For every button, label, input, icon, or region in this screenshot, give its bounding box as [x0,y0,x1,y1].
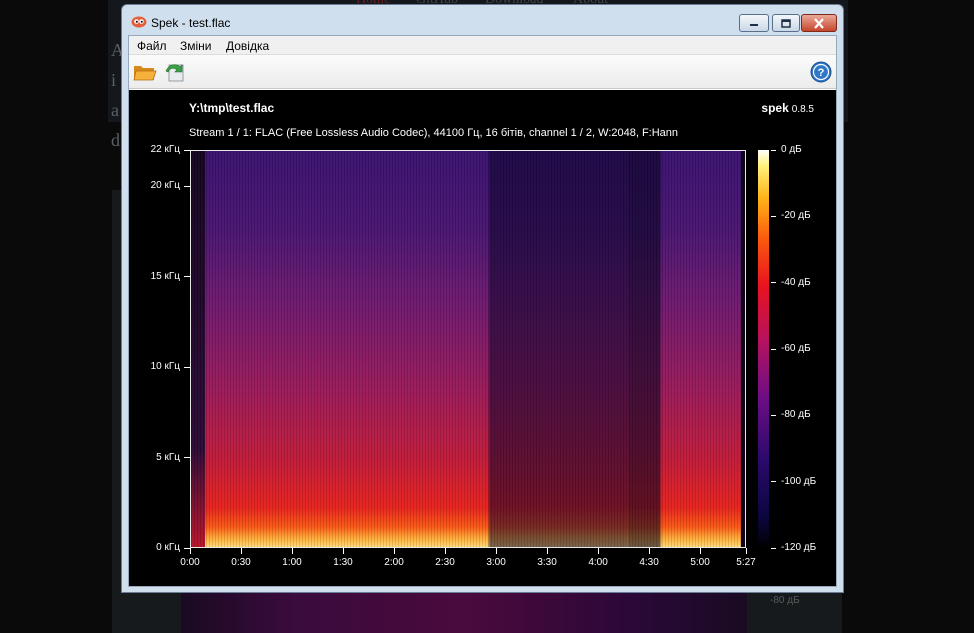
brand-version: 0.8.5 [791,104,814,115]
time-tick-mark [648,548,650,554]
freq-tick-label: 10 кГц [150,361,180,373]
db-tick-mark [771,547,776,549]
freq-tick-label: 22 кГц [150,144,180,155]
freq-tick-mark [184,149,190,151]
background-db-label: -80 дБ [770,595,800,606]
spectrogram-tail [741,151,745,547]
db-tick-mark [771,215,776,217]
folder-open-icon [133,66,157,81]
db-tick-label: -120 дБ [781,542,817,553]
time-tick-label: 0:30 [231,557,251,568]
db-tick-label: -20 дБ [781,210,811,222]
db-tick-mark [771,282,776,284]
time-tick-label: 3:30 [537,557,557,568]
spectrogram-view[interactable]: Y:\tmp\test.flac spek 0.8.5 Stream 1 / 1:… [129,90,836,586]
time-tick-mark [189,548,191,554]
time-tick-label: 1:30 [333,557,353,568]
brand-name: spek [761,101,789,115]
help-icon: ? [810,61,832,83]
save-icon [165,64,184,82]
time-tick-label: 5:27 [736,557,756,568]
stream-info: Stream 1 / 1: FLAC (Free Lossless Audio … [189,127,679,139]
db-tick-label: -80 дБ [781,409,811,421]
time-tick-label: 4:00 [588,557,608,568]
time-tick-label: 3:00 [486,557,506,568]
menu-file[interactable]: Файл [137,39,167,53]
time-tick-label: 1:00 [282,557,302,568]
db-tick-mark [771,481,776,483]
freq-tick-mark [184,457,190,459]
db-tick-label: -60 дБ [781,343,811,354]
bg-text-fragment: i [111,70,117,90]
menu-bar: Файл Зміни Довідка [129,36,836,55]
db-tick-mark [771,348,776,350]
time-tick-label: 5:00 [690,557,710,568]
close-button[interactable] [801,14,837,32]
time-tick-label: 2:00 [384,557,404,568]
toolbar: ? [129,55,836,89]
background-spectrogram-image [181,592,747,633]
freq-tick-mark [184,366,190,368]
title-bar[interactable]: Spek - test.flac [122,5,843,37]
time-tick-label: 4:30 [639,557,659,568]
open-file-button[interactable] [132,59,158,85]
time-tick-mark [546,548,548,554]
time-tick-label: 2:30 [435,557,455,568]
file-title: Y:\tmp\test.flac [189,101,275,115]
bg-text-fragment: d [111,130,120,150]
time-tick-mark [393,548,395,554]
menu-help[interactable]: Довідка [226,39,269,53]
db-color-scale [758,150,769,548]
db-tick-label: 0 дБ [781,144,802,155]
db-tick-mark [771,414,776,416]
close-icon [814,17,824,29]
maximize-button[interactable] [772,14,800,32]
svg-text:?: ? [818,67,825,79]
minimize-icon [750,24,758,26]
save-button[interactable] [162,59,188,85]
time-tick-label: 0:00 [180,557,200,568]
time-tick-mark [745,548,747,554]
db-tick-label: -100 дБ [781,475,817,487]
time-tick-mark [699,548,701,554]
db-tick-mark [771,149,776,151]
freq-tick-label: 20 кГц [150,180,180,192]
bg-text-fragment: a [111,100,119,120]
help-button[interactable]: ? [808,59,834,85]
freq-tick-label: 0 кГц [156,542,180,553]
time-tick-mark [342,548,344,554]
minimize-button[interactable] [739,14,769,32]
freq-tick-mark [184,185,190,187]
time-tick-mark [495,548,497,554]
freq-tick-label: 5 кГц [156,451,180,463]
spek-app-icon [131,16,147,28]
spek-window: Spek - test.flac Файл Зміни Довідка ? Y:… [121,4,844,593]
window-title: Spek - test.flac [151,16,231,30]
maximize-icon [781,18,791,28]
time-tick-mark [240,548,242,554]
time-tick-mark [444,548,446,554]
freq-tick-label: 15 кГц [150,270,180,282]
db-tick-label: -40 дБ [781,276,811,288]
window-client-area: Файл Зміни Довідка ? Y:\tmp\test.flac sp… [128,35,837,587]
time-tick-mark [291,548,293,554]
freq-tick-mark [184,276,190,278]
spectrogram-texture [191,151,745,547]
menu-edit[interactable]: Зміни [180,39,212,53]
spek-brand: spek 0.8.5 [761,101,814,115]
time-tick-mark [597,548,599,554]
spectrogram-image [190,150,746,548]
